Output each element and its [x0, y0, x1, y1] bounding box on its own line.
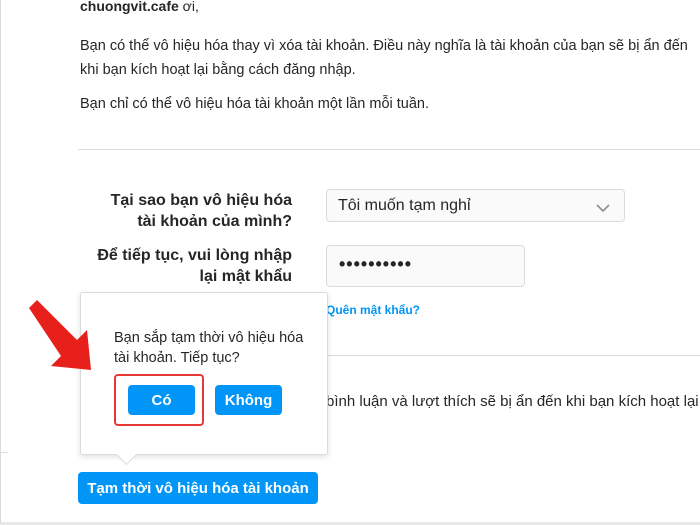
intro-paragraph-1: Bạn có thể vô hiệu hóa thay vì xóa tài k…	[80, 34, 688, 82]
password-value: ••••••••••	[339, 254, 413, 274]
popover-tail	[115, 443, 138, 466]
confirm-no-button[interactable]: Không	[215, 385, 282, 415]
reason-label-line-1: Tại sao bạn vô hiệu hóa	[110, 192, 292, 209]
annotation-highlight-box	[114, 374, 204, 426]
intro-paragraph-1-line-2: khi bạn kích hoạt lại bằng cách đăng nhậ…	[80, 62, 356, 78]
password-label: Để tiếp tục, vui lòng nhập lại mật khẩu	[52, 245, 292, 287]
password-label-line-2: lại mật khẩu	[199, 268, 292, 285]
forgot-password-link[interactable]: Quên mật khẩu?	[326, 303, 420, 317]
password-label-line-1: Để tiếp tục, vui lòng nhập	[97, 247, 292, 264]
reason-select[interactable]: Tôi muốn tạm nghỉ	[326, 189, 625, 222]
intro-paragraph-2: Bạn chỉ có thể vô hiệu hóa tài khoản một…	[80, 96, 430, 112]
greeting: chuongvit.cafe ơi,	[80, 0, 199, 14]
chevron-down-icon	[596, 200, 610, 218]
reason-label-line-2: tài khoản của mình?	[137, 213, 292, 230]
reason-select-value: Tôi muốn tạm nghỉ	[338, 197, 471, 214]
greeting-suffix: ơi,	[178, 0, 199, 14]
confirm-message: Bạn sắp tạm thời vô hiệu hóa tài khoản. …	[114, 330, 304, 366]
hidden-content-note: bình luận và lượt thích sẽ bị ẩn đến khi…	[326, 393, 699, 410]
reason-label: Tại sao bạn vô hiệu hóa tài khoản của mì…	[52, 190, 292, 232]
intro-paragraph-1-line-1: Bạn có thể vô hiệu hóa thay vì xóa tài k…	[80, 38, 688, 54]
temporarily-disable-account-button[interactable]: Tạm thời vô hiệu hóa tài khoản	[78, 472, 318, 504]
panel-edge	[0, 452, 8, 453]
red-arrow-icon	[25, 296, 105, 381]
section-divider	[78, 149, 700, 150]
username: chuongvit.cafe	[80, 0, 179, 14]
window-left-border	[0, 0, 1, 525]
password-field[interactable]: ••••••••••	[326, 245, 525, 287]
